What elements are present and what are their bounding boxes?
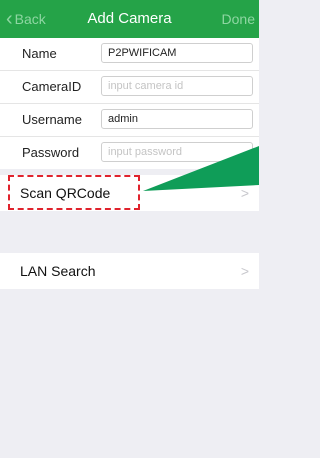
scan-qrcode-label: Scan QRCode [20,185,111,201]
username-label: Username [22,112,82,127]
form-row-name: Name [0,38,259,71]
name-field[interactable] [101,43,253,63]
page-title: Add Camera [87,10,172,27]
password-label: Password [22,145,80,160]
chevron-right-icon: > [240,185,249,201]
name-label: Name [22,46,57,61]
lan-search-label: LAN Search [20,263,96,279]
done-button[interactable]: Done [222,0,255,38]
navigation-bar: ‹ Back Add Camera Done [0,0,259,38]
password-field[interactable] [101,142,253,162]
form-row-username: Username [0,104,259,137]
chevron-right-icon: > [240,263,249,279]
form-row-camera-id: CameraID [0,71,259,104]
lan-search-cell[interactable]: LAN Search > [0,253,259,289]
form-row-password: Password [0,137,259,169]
camera-id-field[interactable] [101,76,253,96]
scan-qrcode-cell[interactable]: Scan QRCode > [0,175,259,211]
username-field[interactable] [101,109,253,129]
camera-form: Name CameraID Username Password [0,38,259,169]
camera-id-label: CameraID [22,79,82,94]
